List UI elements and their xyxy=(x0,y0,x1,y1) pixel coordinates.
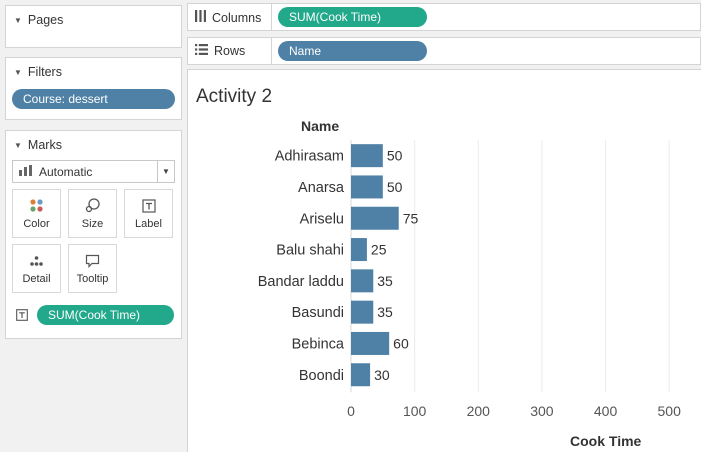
x-tick-label: 300 xyxy=(530,403,554,419)
filters-card: ▼ Filters Course: dessert xyxy=(5,57,182,120)
chevron-down-icon[interactable]: ▼ xyxy=(157,161,174,182)
pages-title: Pages xyxy=(27,13,64,27)
rows-label: Rows xyxy=(214,44,246,58)
rows-pill[interactable]: Name xyxy=(278,41,427,61)
rows-icon xyxy=(195,44,208,58)
label-button[interactable]: Label xyxy=(124,189,173,238)
row-label[interactable]: Balu shahi xyxy=(276,243,344,259)
bar-data-label: 30 xyxy=(374,367,390,383)
columns-label: Columns xyxy=(212,10,262,25)
bar[interactable] xyxy=(351,269,374,293)
pages-card: ▼ Pages xyxy=(5,5,182,48)
row-label[interactable]: Adhirasam xyxy=(275,149,344,165)
tooltip-button[interactable]: Tooltip xyxy=(68,244,117,293)
text-label-icon xyxy=(16,309,28,324)
bar-data-label: 75 xyxy=(403,210,419,226)
bar-data-label: 35 xyxy=(377,304,393,320)
bar[interactable] xyxy=(351,175,383,199)
collapse-triangle-icon[interactable]: ▼ xyxy=(14,141,22,150)
columns-icon xyxy=(195,10,206,25)
row-label[interactable]: Bebinca xyxy=(292,336,345,352)
worksheet-view: Activity 2 Name 0 100 200 300 400 500 Adhirasa… xyxy=(187,69,701,452)
row-label[interactable]: Bandar laddu xyxy=(258,274,344,290)
size-icon xyxy=(85,198,100,214)
bar-data-label: 50 xyxy=(387,179,403,195)
x-tick-label: 400 xyxy=(594,403,618,419)
collapse-triangle-icon[interactable]: ▼ xyxy=(14,68,22,77)
bar[interactable] xyxy=(351,300,374,324)
row-label[interactable]: Anarsa xyxy=(298,180,345,196)
shelf-divider xyxy=(271,4,272,30)
x-tick-label: 200 xyxy=(467,403,491,419)
bar[interactable] xyxy=(351,206,399,230)
bar[interactable] xyxy=(351,238,367,262)
mark-type-value: Automatic xyxy=(39,164,93,179)
color-button[interactable]: Color xyxy=(12,189,61,238)
color-button-label: Color xyxy=(23,217,50,230)
bar-data-label: 60 xyxy=(393,335,409,351)
tooltip-speech-bubble-icon xyxy=(85,253,100,269)
detail-button-label: Detail xyxy=(22,272,51,285)
bar-data-label: 25 xyxy=(371,242,387,258)
pages-header[interactable]: ▼ Pages xyxy=(14,13,63,27)
color-palette-icon xyxy=(29,198,44,214)
columns-pill[interactable]: SUM(Cook Time) xyxy=(278,7,427,27)
size-button[interactable]: Size xyxy=(68,189,117,238)
x-tick-label: 0 xyxy=(347,403,355,419)
marks-card: ▼ Marks Automatic ▼ Color Size Label Det… xyxy=(5,130,182,339)
row-label[interactable]: Boondi xyxy=(299,368,344,384)
x-axis-title[interactable]: Cook Time xyxy=(570,433,641,449)
tooltip-button-label: Tooltip xyxy=(76,272,109,285)
bar[interactable] xyxy=(351,144,383,168)
filter-pill-course[interactable]: Course: dessert xyxy=(12,89,175,109)
x-tick-label: 500 xyxy=(658,403,682,419)
collapse-triangle-icon[interactable]: ▼ xyxy=(14,16,22,25)
size-button-label: Size xyxy=(81,217,104,230)
bar-chart-icon xyxy=(19,164,33,179)
row-label[interactable]: Ariselu xyxy=(300,211,344,227)
bar[interactable] xyxy=(351,363,371,387)
columns-shelf: Columns SUM(Cook Time) xyxy=(187,3,701,31)
bar-chart: 0 100 200 300 400 500 Adhirasam 50 Anarsa 50 Arise… xyxy=(258,140,682,419)
marks-label-pill[interactable]: SUM(Cook Time) xyxy=(37,305,174,325)
mark-type-select[interactable]: Automatic ▼ xyxy=(12,160,175,183)
detail-dots-icon xyxy=(29,253,44,269)
rows-shelf-label: Rows xyxy=(195,44,245,58)
rows-shelf: Rows Name xyxy=(187,37,701,65)
filters-header[interactable]: ▼ Filters xyxy=(14,65,62,79)
bar[interactable] xyxy=(351,331,390,355)
marks-header[interactable]: ▼ Marks xyxy=(14,138,62,152)
x-tick-label: 100 xyxy=(403,403,427,419)
row-label[interactable]: Basundi xyxy=(292,305,344,321)
bar-data-label: 50 xyxy=(387,148,403,164)
shelf-divider xyxy=(271,38,272,64)
filters-title: Filters xyxy=(27,65,62,79)
bar-data-label: 35 xyxy=(377,273,393,289)
marks-title: Marks xyxy=(27,138,62,152)
columns-shelf-label: Columns xyxy=(195,10,261,25)
detail-button[interactable]: Detail xyxy=(12,244,61,293)
label-button-label: Label xyxy=(135,217,162,230)
text-label-icon xyxy=(141,198,156,214)
